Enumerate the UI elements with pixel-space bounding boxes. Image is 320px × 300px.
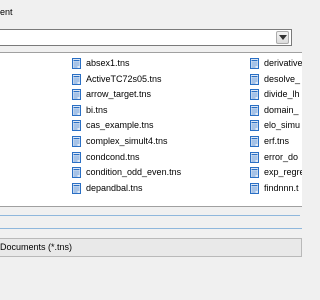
tns-document-icon bbox=[250, 89, 259, 101]
file-name: ActiveTC72s05.tns bbox=[86, 73, 162, 84]
tns-document-icon bbox=[72, 182, 81, 194]
tns-document-icon bbox=[250, 182, 259, 194]
location-combo[interactable] bbox=[0, 29, 292, 46]
file-name: elo_simu bbox=[264, 120, 301, 131]
file-name: erf.tns bbox=[264, 136, 290, 146]
file-name: depandbal.tns bbox=[86, 182, 143, 193]
divider bbox=[0, 215, 300, 216]
file-name: desolve_ bbox=[264, 73, 301, 84]
file-item[interactable]: arrow_target.tns bbox=[72, 88, 232, 101]
tns-document-icon bbox=[72, 167, 81, 179]
tns-document-icon bbox=[250, 58, 259, 69]
file-item[interactable]: depandbal.tns bbox=[72, 182, 232, 195]
file-name: domain_ bbox=[264, 104, 299, 115]
file-name: derivative bbox=[264, 58, 302, 68]
tns-document-icon bbox=[250, 136, 259, 147]
tns-document-icon bbox=[72, 58, 81, 69]
file-item[interactable]: divide_lh bbox=[250, 88, 302, 101]
tns-document-icon bbox=[72, 136, 81, 147]
file-type-filter[interactable]: Documents (*.tns) bbox=[0, 238, 302, 257]
file-item[interactable]: bi.tns bbox=[72, 104, 232, 117]
file-name: absex1.tns bbox=[86, 58, 130, 68]
file-item[interactable]: error_do bbox=[250, 151, 302, 164]
file-name: bi.tns bbox=[86, 104, 108, 115]
file-item[interactable]: erf.tns bbox=[250, 135, 302, 148]
file-item[interactable]: complex_simult4.tns bbox=[72, 135, 232, 148]
file-name: arrow_target.tns bbox=[86, 89, 152, 100]
file-list[interactable]: absex1.tns ActiveTC72s05.tns arrow_target.… bbox=[0, 52, 302, 207]
file-item[interactable]: findnnn.t bbox=[250, 182, 302, 195]
tns-document-icon bbox=[72, 120, 81, 132]
file-item[interactable]: ActiveTC72s05.tns bbox=[72, 73, 232, 86]
file-name: error_do bbox=[264, 151, 299, 162]
dialog-title: ent bbox=[0, 7, 13, 17]
file-name: divide_lh bbox=[264, 89, 300, 100]
file-name: exp_regre bbox=[264, 167, 302, 178]
tns-document-icon bbox=[72, 104, 81, 116]
file-name: cas_example.tns bbox=[86, 120, 154, 131]
location-dropdown-button[interactable] bbox=[276, 31, 289, 44]
file-type-label: Documents (*.tns) bbox=[0, 242, 73, 252]
tns-document-icon bbox=[250, 151, 259, 163]
tns-document-icon bbox=[72, 151, 81, 163]
file-name-field[interactable] bbox=[0, 228, 302, 229]
tns-document-icon bbox=[72, 89, 81, 101]
file-name: findnnn.t bbox=[264, 182, 299, 193]
file-item[interactable]: condition_odd_even.tns bbox=[72, 166, 232, 179]
file-name: condcond.tns bbox=[86, 151, 140, 162]
tns-document-icon bbox=[250, 73, 259, 85]
tns-document-icon bbox=[250, 120, 259, 132]
tns-document-icon bbox=[250, 104, 259, 116]
file-item[interactable]: exp_regre bbox=[250, 166, 302, 179]
tns-document-icon bbox=[250, 167, 259, 179]
file-item[interactable]: cas_example.tns bbox=[72, 119, 232, 132]
tns-document-icon bbox=[72, 73, 81, 85]
file-item[interactable]: desolve_ bbox=[250, 73, 302, 86]
chevron-down-icon bbox=[279, 35, 287, 40]
file-item[interactable]: absex1.tns bbox=[72, 57, 232, 70]
file-item[interactable]: domain_ bbox=[250, 104, 302, 117]
file-item[interactable]: elo_simu bbox=[250, 119, 302, 132]
file-name: condition_odd_even.tns bbox=[86, 167, 182, 178]
file-item[interactable]: derivative bbox=[250, 57, 302, 70]
file-item[interactable]: condcond.tns bbox=[72, 151, 232, 164]
file-name: complex_simult4.tns bbox=[86, 136, 168, 146]
